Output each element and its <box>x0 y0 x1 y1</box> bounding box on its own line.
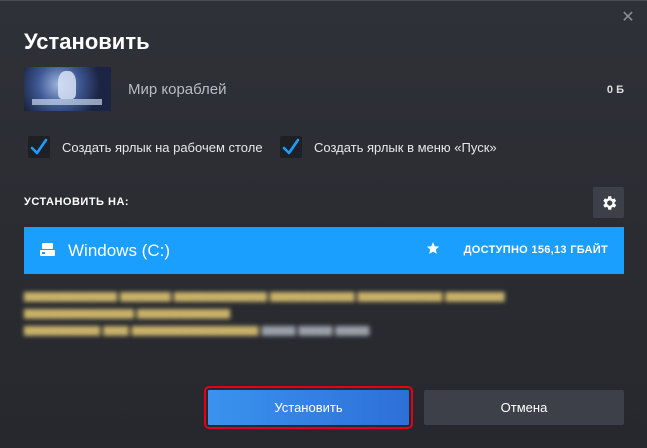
drive-name: Windows (C:) <box>68 241 171 260</box>
game-name: Мир кораблей <box>128 81 227 98</box>
game-row: Мир кораблей 0 Б <box>24 67 624 111</box>
close-icon[interactable]: ✕ <box>619 9 637 27</box>
game-size: 0 Б <box>606 84 624 96</box>
hard-drive-icon <box>40 243 55 256</box>
start-menu-shortcut-label: Создать ярлык в меню «Пуск» <box>314 139 497 155</box>
checkbox-checked-icon[interactable] <box>28 136 50 158</box>
start-menu-shortcut-checkbox[interactable]: Создать ярлык в меню «Пуск» <box>280 136 497 158</box>
drive-free-space: ДОСТУПНО 156,13 ГБАЙТ <box>463 244 608 256</box>
game-thumbnail <box>24 67 111 111</box>
checkbox-checked-icon[interactable] <box>280 136 302 158</box>
star-icon <box>426 242 440 254</box>
storage-settings-button[interactable] <box>593 187 624 218</box>
dialog-title: Установить <box>24 29 150 54</box>
desktop-shortcut-label: Создать ярлык на рабочем столе <box>62 139 263 155</box>
drive-selector[interactable]: Windows (C:) ДОСТУПНО 156,13 ГБАЙТ <box>24 227 624 274</box>
install-button[interactable]: Установить <box>204 386 413 429</box>
cancel-button[interactable]: Отмена <box>424 390 624 425</box>
gear-icon <box>602 195 616 210</box>
install-dialog: ✕ Установить Мир кораблей 0 Б Создать яр… <box>0 0 647 448</box>
blurred-info-text: ▆▆▆▆▆▆▆▆▆▆▆ ▆▆▆▆▆▆ ▆▆▆▆▆▆▆▆▆▆▆ ▆▆▆▆▆▆▆▆▆… <box>24 290 505 336</box>
install-location-heading: УСТАНОВИТЬ НА: <box>24 196 130 208</box>
desktop-shortcut-checkbox[interactable]: Создать ярлык на рабочем столе <box>28 136 263 158</box>
